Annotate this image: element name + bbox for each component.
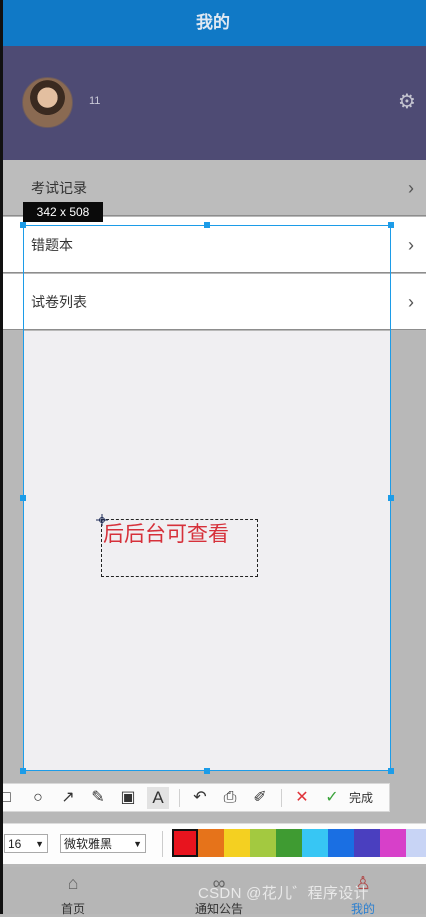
color-swatch[interactable] <box>328 829 354 857</box>
color-swatch[interactable] <box>198 829 224 857</box>
resize-handle[interactable] <box>20 768 26 774</box>
color-swatch[interactable] <box>276 829 302 857</box>
chevron-down-icon: ▼ <box>133 839 142 849</box>
color-swatch[interactable] <box>380 829 406 857</box>
chevron-right-icon: › <box>408 292 414 312</box>
edit-icon[interactable]: ✐ <box>249 787 271 809</box>
tab-home[interactable]: ⌂ 首页 <box>3 867 143 916</box>
text-tool-icon[interactable]: A <box>147 787 169 809</box>
profile-card[interactable]: 11 ⚙ <box>3 46 426 160</box>
resize-handle[interactable] <box>204 768 210 774</box>
avatar[interactable] <box>22 77 73 128</box>
font-size-value: 16 <box>8 837 22 851</box>
mosaic-tool-icon[interactable]: ▣ <box>117 787 139 809</box>
font-size-select[interactable]: 16 ▼ <box>4 834 48 853</box>
resize-handle[interactable] <box>204 222 210 228</box>
toolbar-divider <box>162 831 163 857</box>
resize-handle[interactable] <box>20 495 26 501</box>
tab-label: 首页 <box>60 902 85 916</box>
text-style-bar: 16 ▼ 微软雅黑 ▼ <box>0 823 426 864</box>
arrow-tool-icon[interactable]: ↗ <box>57 787 79 809</box>
resize-handle[interactable] <box>388 768 394 774</box>
gear-icon[interactable]: ⚙ <box>397 92 417 112</box>
username: 11 <box>89 95 101 107</box>
annotation-text[interactable]: 后后台可查看 <box>103 521 229 549</box>
watermark: CSDN @花儿゛程序设计 <box>198 885 369 902</box>
chevron-right-icon: › <box>408 235 414 255</box>
color-swatch[interactable] <box>406 829 426 857</box>
check-icon[interactable]: ✓ <box>321 787 343 809</box>
color-swatch[interactable] <box>224 829 250 857</box>
resize-handle[interactable] <box>20 222 26 228</box>
crosshair-icon <box>96 514 108 526</box>
toolbar-divider <box>179 789 180 807</box>
font-family-select[interactable]: 微软雅黑 ▼ <box>60 834 146 853</box>
done-button[interactable]: 完成 <box>349 784 373 812</box>
color-swatch[interactable] <box>354 829 380 857</box>
capture-selection[interactable] <box>23 225 391 771</box>
close-icon[interactable]: ✕ <box>291 787 313 809</box>
chevron-down-icon: ▼ <box>35 839 44 849</box>
save-icon[interactable]: ⎙ <box>219 787 241 809</box>
home-icon: ⌂ <box>67 873 79 893</box>
page-title: 我的 <box>196 13 230 32</box>
pencil-tool-icon[interactable]: ✎ <box>87 787 109 809</box>
color-swatch[interactable] <box>172 829 198 857</box>
undo-icon[interactable]: ↶ <box>189 787 211 809</box>
color-swatch[interactable] <box>250 829 276 857</box>
annotation-toolbar: □ ○ ↗ ✎ ▣ A ↶ ⎙ ✐ ✕ ✓ 完成 <box>0 783 390 812</box>
font-family-value: 微软雅黑 <box>64 837 113 851</box>
toolbar-divider <box>281 789 282 807</box>
ellipse-tool-icon[interactable]: ○ <box>27 787 49 809</box>
window-edge <box>0 0 3 914</box>
color-swatch[interactable] <box>302 829 328 857</box>
header-bar: 我的 <box>0 0 426 46</box>
selection-size-badge: 342 x 508 <box>23 202 103 222</box>
resize-handle[interactable] <box>388 222 394 228</box>
chevron-right-icon: › <box>408 178 414 198</box>
resize-handle[interactable] <box>388 495 394 501</box>
